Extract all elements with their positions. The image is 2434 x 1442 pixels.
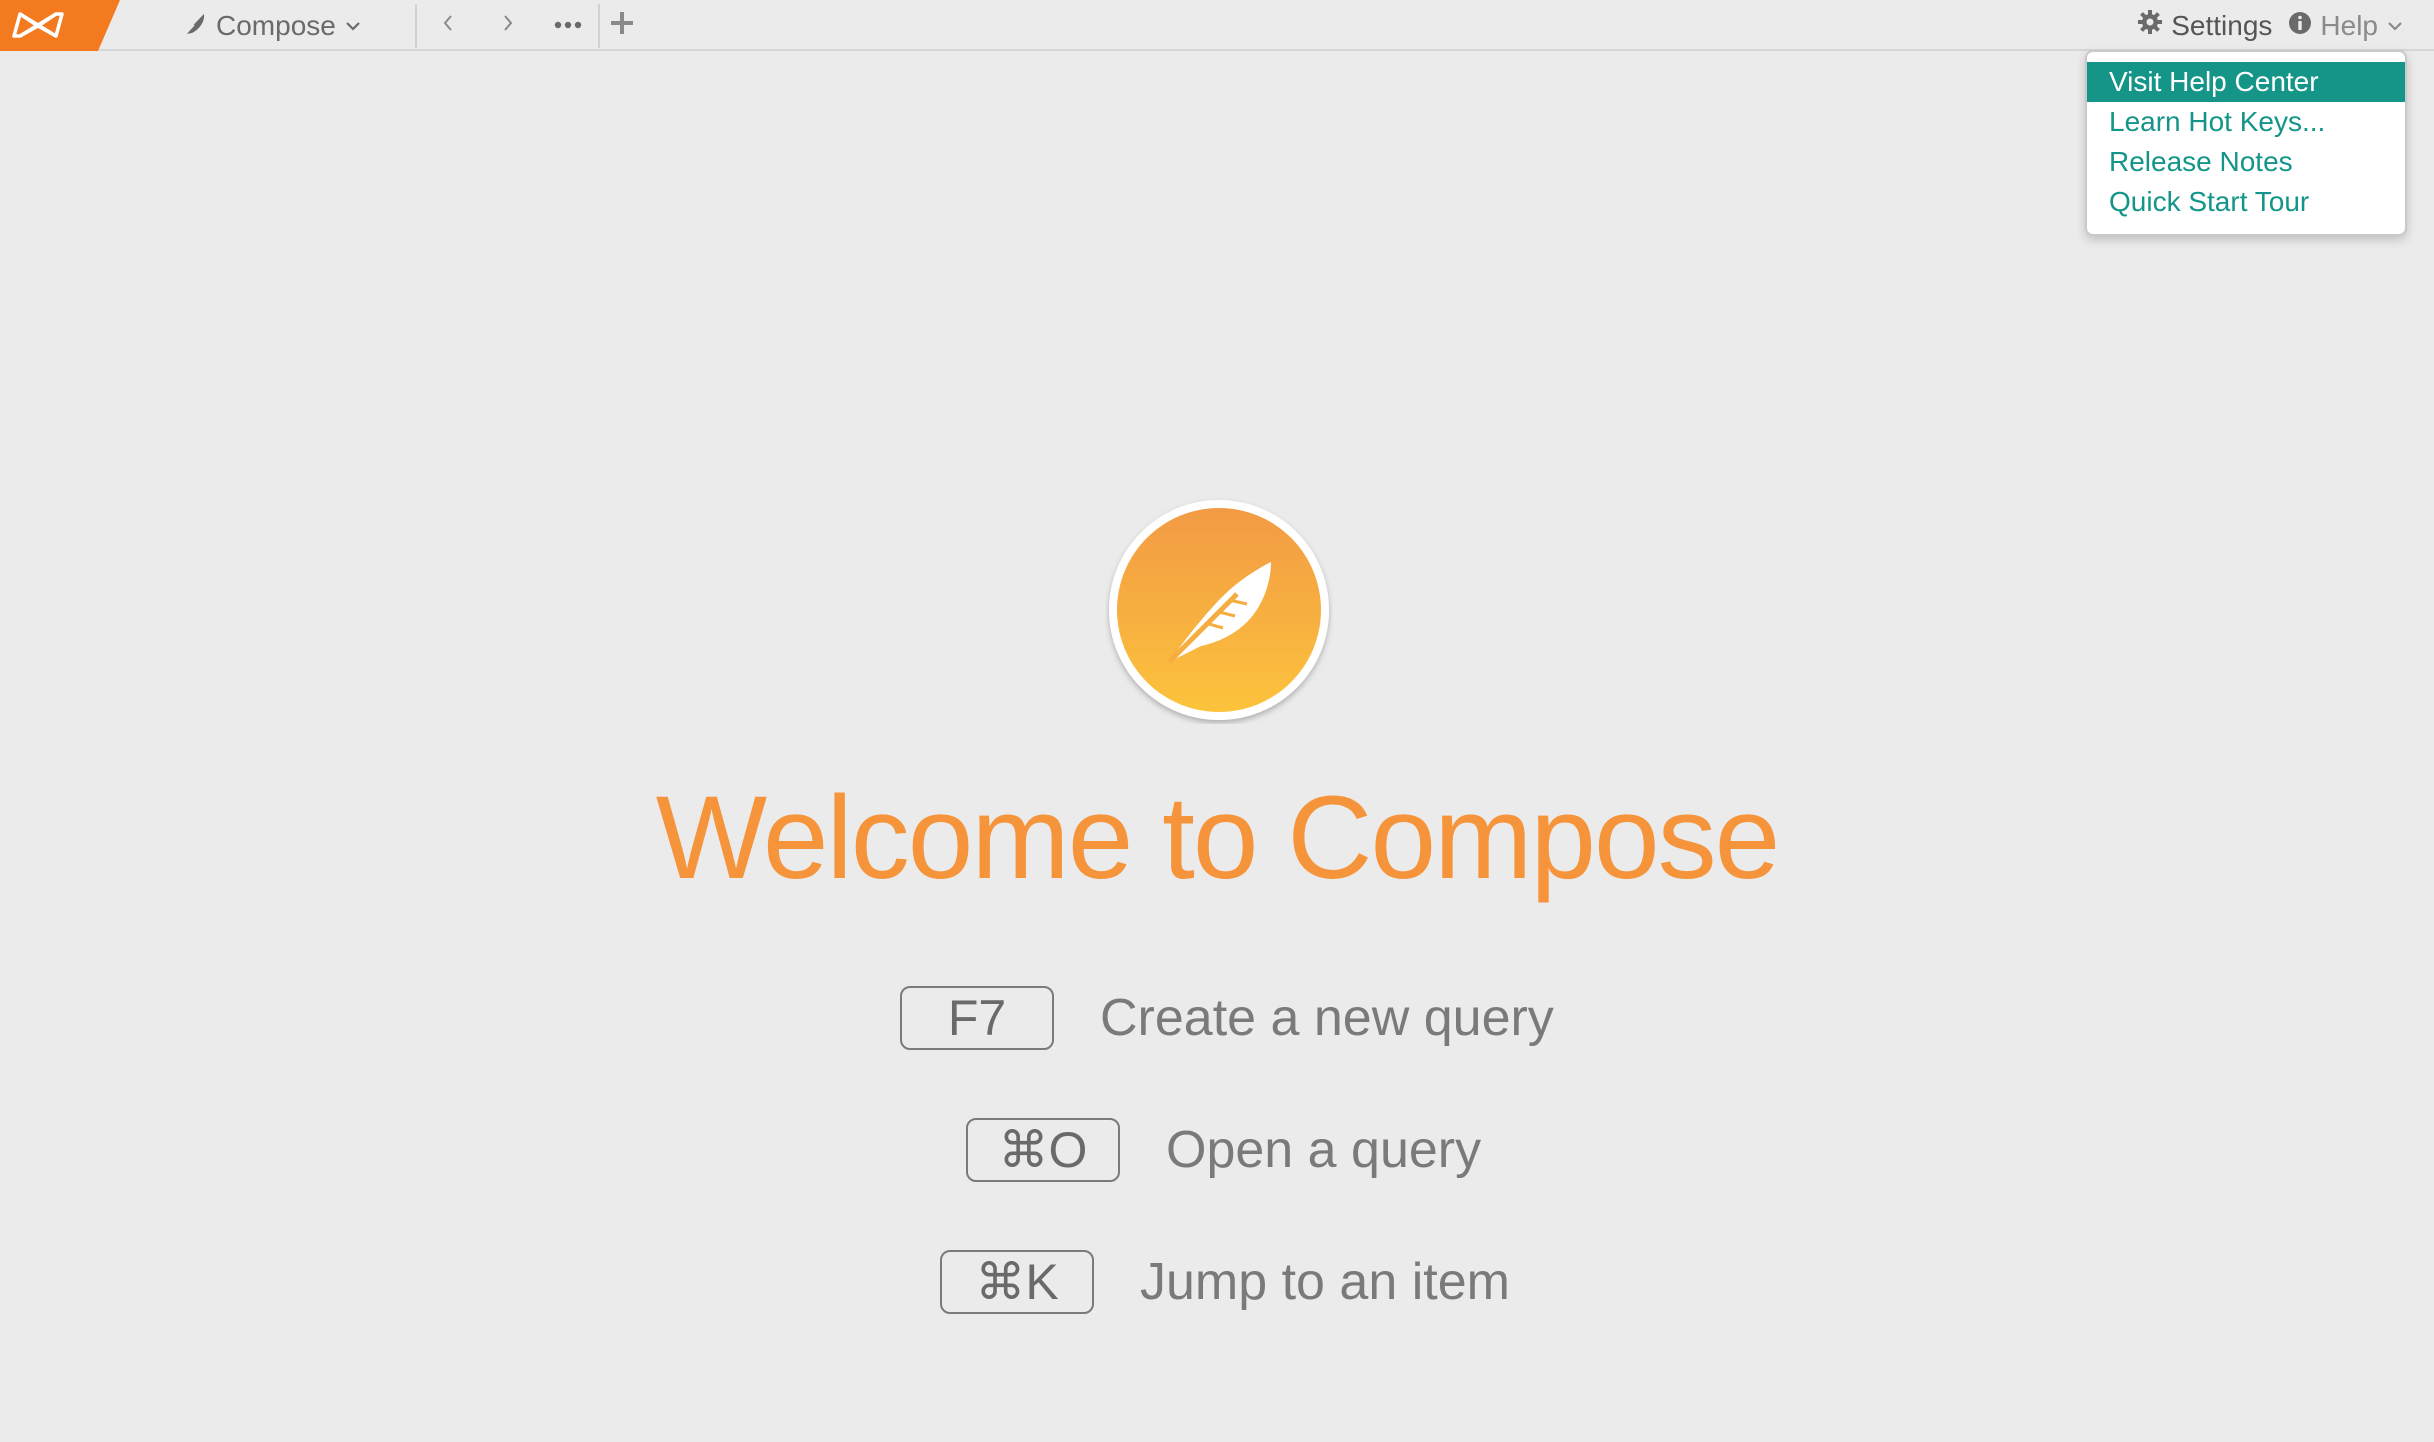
forward-button[interactable] <box>488 0 528 51</box>
shortcut-key[interactable]: ⌘O <box>966 1118 1120 1182</box>
right-toolbar: Settings Help <box>2137 0 2404 51</box>
info-icon <box>2288 10 2312 42</box>
gear-icon <box>2137 9 2163 42</box>
compose-tab-label: Compose <box>216 9 336 41</box>
toolbar-divider <box>598 4 600 48</box>
chevron-left-icon <box>440 12 456 39</box>
help-button[interactable]: Help <box>2288 10 2404 42</box>
help-label: Help <box>2320 9 2378 41</box>
shortcut-key[interactable]: ⌘K <box>940 1250 1094 1314</box>
welcome-title: Welcome to Compose <box>655 772 1781 904</box>
settings-label: Settings <box>2171 9 2273 41</box>
plus-icon <box>608 9 636 42</box>
shortcut-row-jump-to-item: ⌘K Jump to an item <box>940 1250 1510 1314</box>
settings-button[interactable]: Settings <box>2137 9 2272 42</box>
compose-app-icon <box>1105 496 1333 724</box>
more-button[interactable] <box>548 0 588 51</box>
chevron-down-icon <box>344 17 362 35</box>
menu-item-visit-help-center[interactable]: Visit Help Center <box>2087 62 2405 102</box>
menu-item-quick-start-tour[interactable]: Quick Start Tour <box>2087 182 2405 222</box>
ellipsis-icon <box>553 17 583 35</box>
add-tab-button[interactable] <box>602 0 642 51</box>
menu-item-release-notes[interactable]: Release Notes <box>2087 142 2405 182</box>
help-dropdown-menu: Visit Help Center Learn Hot Keys... Rele… <box>2085 50 2407 236</box>
shortcut-label: Jump to an item <box>1140 1253 1510 1311</box>
shortcut-row-new-query: F7 Create a new query <box>900 986 1554 1050</box>
app-logo-icon[interactable] <box>0 0 120 51</box>
chevron-down-icon <box>2386 10 2404 42</box>
menu-item-learn-hot-keys[interactable]: Learn Hot Keys... <box>2087 102 2405 142</box>
back-button[interactable] <box>428 0 468 51</box>
shortcut-key[interactable]: F7 <box>900 986 1054 1050</box>
chevron-right-icon <box>500 12 516 39</box>
compose-tab[interactable]: Compose <box>178 0 362 51</box>
shortcut-label: Create a new query <box>1100 989 1554 1047</box>
toolbar-divider <box>415 4 417 48</box>
top-toolbar: Compose Settings Help <box>0 0 2434 51</box>
feather-icon <box>178 11 208 41</box>
shortcut-label: Open a query <box>1166 1121 1482 1179</box>
shortcut-row-open-query: ⌘O Open a query <box>966 1118 1481 1182</box>
